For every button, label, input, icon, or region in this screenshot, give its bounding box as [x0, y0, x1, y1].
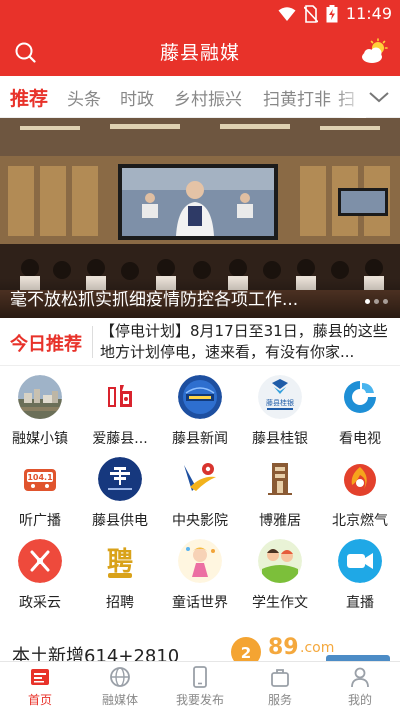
carousel-dot	[365, 299, 370, 304]
recruit-icon: 聘	[98, 539, 142, 583]
service-student-essay[interactable]: 学生作文	[240, 534, 320, 616]
tv-icon	[338, 375, 382, 419]
today-recommend[interactable]: 今日推荐 【停电计划】8月17日至31日，藤县的这些地方计划停电，速来看，有没有…	[0, 318, 400, 366]
guiyin-logo-text: 藤县桂银	[266, 398, 294, 407]
service-boyaju[interactable]: 博雅居	[240, 452, 320, 534]
town-photo-icon	[18, 375, 62, 419]
svg-text:.com: .com	[300, 640, 334, 656]
today-recommend-text: 【停电计划】8月17日至31日，藤县的这些地方计划停电，速来看，有没有你家...	[100, 322, 388, 361]
nav-service[interactable]: 服务	[240, 662, 320, 711]
news-strip-text: 本土新增614+2810	[12, 646, 180, 662]
home-news-icon	[31, 669, 49, 685]
divider	[92, 326, 93, 358]
service-label: 学生作文	[252, 595, 308, 611]
status-time: 11:49	[345, 4, 392, 23]
guiyin-bank-icon: 藤县桂银	[258, 375, 302, 419]
service-label: 爱藤县...	[92, 431, 148, 447]
cinema-icon	[178, 457, 222, 501]
status-bar: 11:49	[0, 0, 400, 28]
news-banner[interactable]: 毫不放松抓实抓细疫情防控各项工作...	[0, 118, 400, 318]
service-label: 中央影院	[172, 513, 228, 529]
student-essay-icon	[258, 539, 302, 583]
app-title: 藤县融媒	[159, 42, 240, 64]
carousel-dot	[374, 299, 379, 304]
service-label: 藤县供电	[92, 513, 148, 529]
battery-charging-icon	[326, 4, 338, 22]
power-grid-icon	[98, 457, 142, 501]
carousel-indicator	[365, 299, 388, 304]
app-header: 藤县融媒	[0, 28, 400, 76]
service-label: 童话世界	[172, 595, 228, 611]
nav-label: 我的	[347, 693, 372, 707]
recruit-glyph: 聘	[107, 547, 133, 577]
profile-icon	[351, 667, 369, 688]
tab-rural-revitalization[interactable]: 乡村振兴	[174, 85, 242, 110]
nav-label: 我要发布	[175, 693, 224, 707]
svg-text:89: 89	[268, 635, 299, 660]
service-tengxian-guiyin[interactable]: 藤县桂银 藤县桂银	[240, 370, 320, 452]
service-bag-icon	[271, 669, 289, 687]
nav-publish[interactable]: 我要发布	[160, 662, 240, 711]
nav-home[interactable]: 首页	[0, 662, 80, 711]
nav-profile[interactable]: 我的	[320, 662, 400, 711]
service-label: 招聘	[106, 595, 134, 611]
service-label: 北京燃气	[332, 513, 388, 529]
service-label: 听广播	[19, 513, 61, 529]
tab-headlines[interactable]: 头条	[67, 85, 101, 110]
svg-text:2: 2	[241, 644, 251, 662]
boyaju-building-icon	[258, 457, 302, 501]
service-central-cinema[interactable]: 中央影院	[160, 452, 240, 534]
service-label: 藤县桂银	[252, 431, 308, 447]
service-listen-radio[interactable]: 104.1 听广播	[0, 452, 80, 534]
fm-frequency-text: 104.1	[27, 473, 53, 482]
service-beijing-gas[interactable]: 北京燃气	[320, 452, 400, 534]
service-label: 直播	[346, 595, 374, 611]
no-sim-icon	[303, 4, 318, 23]
zhengcaiyun-icon	[18, 539, 62, 583]
tabs-fade	[336, 76, 366, 118]
tab-recommend[interactable]: 推荐	[10, 84, 48, 111]
wifi-icon	[278, 6, 296, 21]
service-grid: 融媒小镇 爱藤县... 藤县新闻 藤县桂银 藤县桂银 看电视 104.1 听广播…	[0, 370, 400, 620]
nav-label: 服务	[267, 693, 292, 707]
service-ai-tengxian[interactable]: 爱藤县...	[80, 370, 160, 452]
service-tengxian-power[interactable]: 藤县供电	[80, 452, 160, 534]
service-tengxian-news[interactable]: 藤县新闻	[160, 370, 240, 452]
tab-politics[interactable]: 时政	[120, 85, 154, 110]
publish-phone-icon	[193, 666, 207, 688]
radio-fm-icon: 104.1	[18, 457, 62, 501]
nav-label: 融媒体	[101, 693, 138, 707]
service-recruit[interactable]: 聘 招聘	[80, 534, 160, 616]
service-zhengcaiyun[interactable]: 政采云	[0, 534, 80, 616]
banner-caption-bar: 毫不放松抓实抓细疫情防控各项工作...	[0, 278, 400, 318]
service-label: 看电视	[339, 431, 381, 447]
media-globe-icon	[110, 667, 130, 687]
carousel-dot	[383, 299, 388, 304]
nav-media[interactable]: 融媒体	[80, 662, 160, 711]
fairy-tale-icon	[178, 539, 222, 583]
weather-icon[interactable]	[360, 38, 388, 66]
tab-anti-pornography[interactable]: 扫黄打非	[263, 85, 331, 110]
service-label: 政采云	[19, 595, 61, 611]
tengxian-news-icon	[178, 375, 222, 419]
chevron-down-icon[interactable]	[368, 88, 390, 106]
service-label: 博雅居	[259, 513, 301, 529]
channel-tabs: 推荐 头条 时政 乡村振兴 扫黄打非 扫	[0, 76, 400, 118]
nav-label: 首页	[27, 693, 52, 707]
status-icons: 11:49	[278, 4, 392, 23]
banner-caption: 毫不放松抓实抓细疫情防控各项工作...	[10, 290, 299, 310]
today-recommend-label: 今日推荐	[10, 334, 82, 355]
ai-tengxian-icon	[98, 375, 142, 419]
bottom-navigation: 首页 融媒体 我要发布 服务 我的	[0, 661, 400, 711]
service-rongmei-town[interactable]: 融媒小镇	[0, 370, 80, 452]
service-watch-tv[interactable]: 看电视	[320, 370, 400, 452]
service-live[interactable]: 直播	[320, 534, 400, 616]
live-camera-icon	[338, 539, 382, 583]
service-fairy-tale-world[interactable]: 童话世界	[160, 534, 240, 616]
service-label: 藤县新闻	[172, 431, 228, 447]
service-label: 融媒小镇	[12, 431, 68, 447]
gas-flame-icon	[338, 457, 382, 501]
